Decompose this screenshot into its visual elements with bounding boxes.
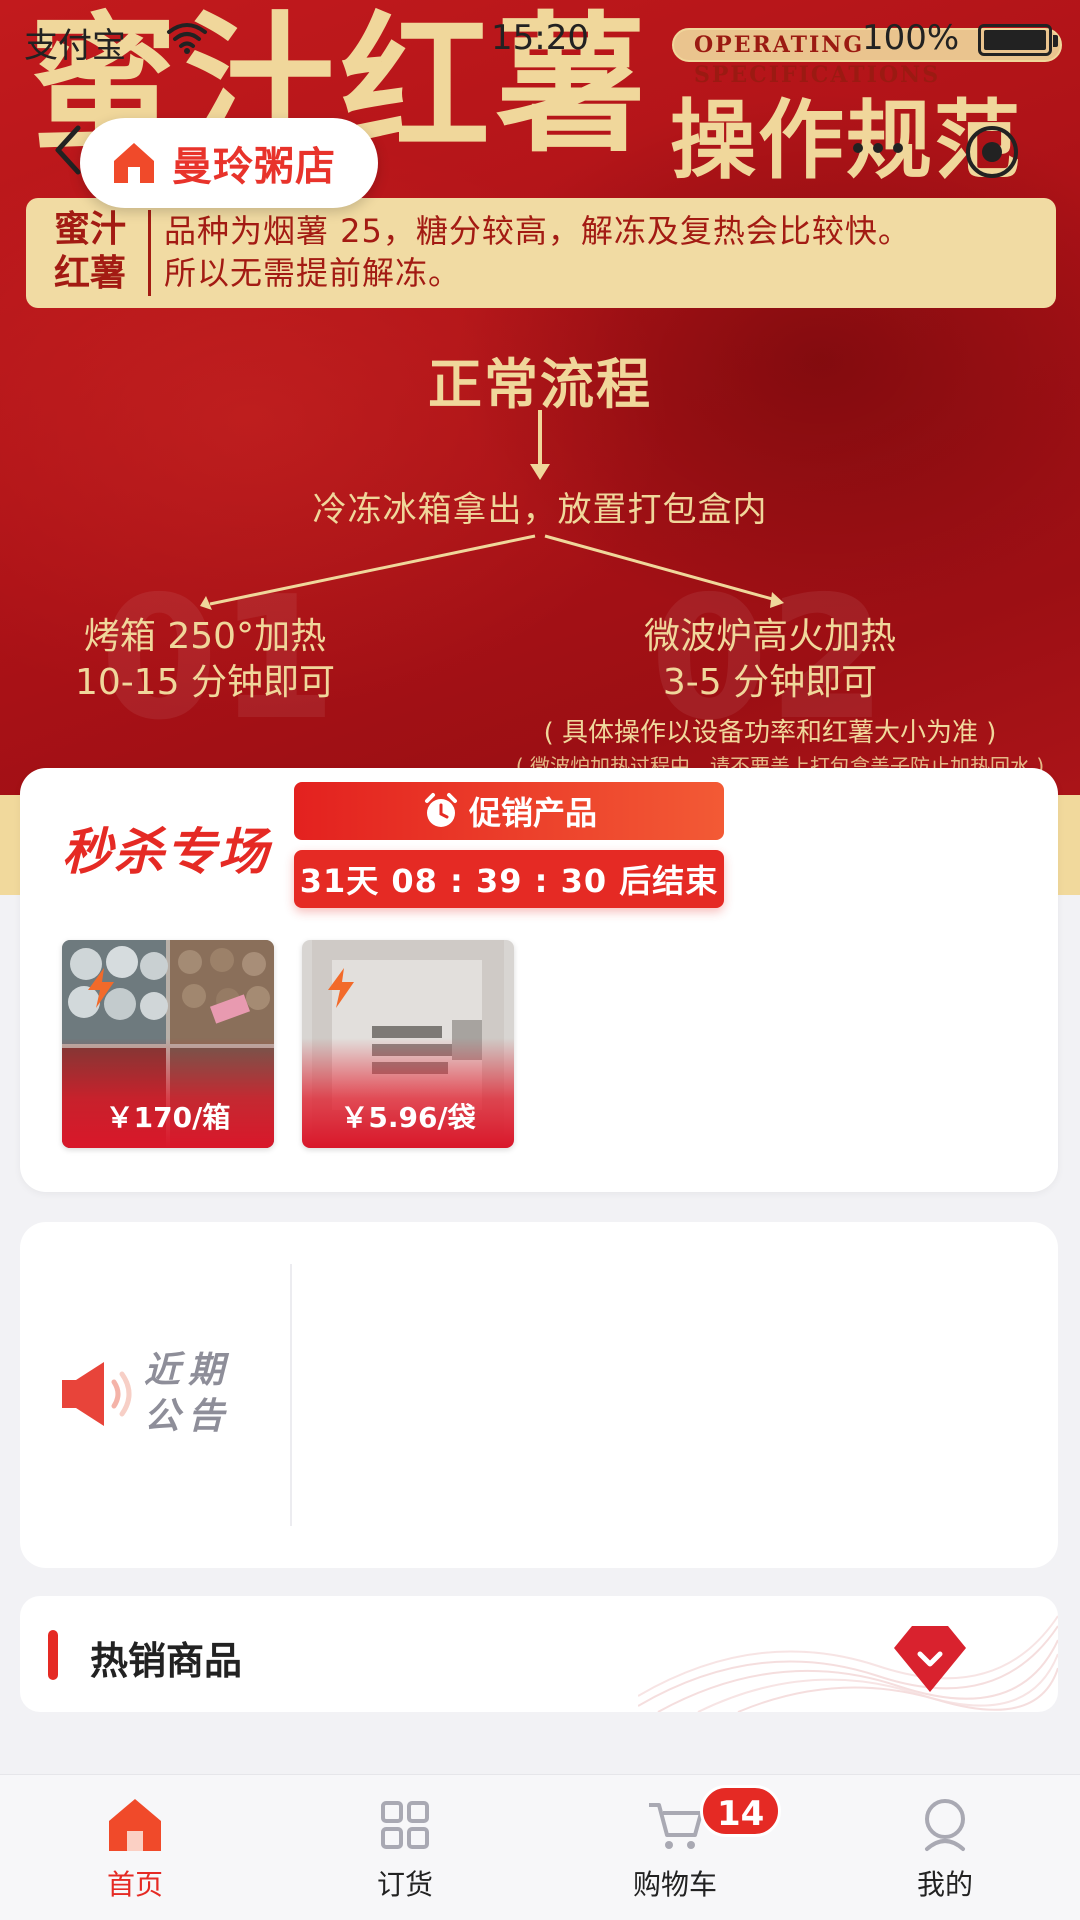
- speaker-icon: [62, 1362, 132, 1426]
- hot-products-title: 热销商品: [90, 1639, 243, 1683]
- notice-divider: [290, 1264, 292, 1526]
- promo-products-button[interactable]: 促销产品: [294, 782, 724, 840]
- lightning-icon: [328, 968, 354, 1008]
- tab-bar: 首页 订货 购物车 我的 14: [0, 1774, 1080, 1920]
- tab-label: 购物车: [632, 1868, 717, 1901]
- lightning-icon: [88, 968, 114, 1008]
- flash-sale-product[interactable]: ￥170/箱: [62, 940, 274, 1148]
- flow-option-microwave: 微波炉高火加热 3-5 分钟即可: [643, 616, 896, 703]
- flow-arrows: [200, 410, 784, 610]
- tab-order[interactable]: 订货: [270, 1793, 540, 1913]
- section-marker: [48, 1630, 58, 1680]
- tab-label: 首页: [106, 1868, 163, 1901]
- home-icon: [109, 1799, 161, 1851]
- countdown-timer: 31天 08 : 39 : 30 后结束: [294, 850, 724, 908]
- flash-sale-product[interactable]: ￥5.96/袋: [302, 940, 514, 1148]
- battery-icon: [978, 24, 1058, 56]
- user-icon: [925, 1799, 965, 1851]
- flow-step: 冷冻冰箱拿出，放置打包盒内: [312, 490, 768, 530]
- more-icon[interactable]: [838, 128, 928, 168]
- tab-label: 订货: [376, 1868, 433, 1901]
- flash-sale-title: 秒杀专场: [62, 823, 270, 881]
- tab-mine[interactable]: 我的: [810, 1793, 1080, 1913]
- wave-decoration: [638, 1615, 1058, 1712]
- store-selector[interactable]: 曼玲粥店: [80, 118, 378, 208]
- hot-products-header[interactable]: 热销商品: [20, 1596, 1058, 1712]
- chevron-down-icon[interactable]: [880, 1618, 980, 1698]
- notice-label: 近期 公告: [144, 1350, 233, 1437]
- battery-percent: 100%: [862, 18, 960, 58]
- tab-label: 我的: [916, 1868, 973, 1901]
- grid-icon: [381, 1801, 429, 1849]
- promo-label: 促销产品: [468, 794, 597, 832]
- alarm-clock-icon: [424, 793, 457, 827]
- flow-note: ( 具体操作以设备功率和红薯大小为准 ): [543, 718, 997, 748]
- flow-option-oven: 烤箱 250°加热 10-15 分钟即可: [74, 616, 336, 703]
- notice-card[interactable]: 近期 公告: [20, 1222, 1058, 1568]
- cart-count-badge: 14: [700, 1785, 782, 1837]
- store-name: 曼玲粥店: [172, 144, 336, 190]
- product-price: ￥170/箱: [105, 1101, 231, 1134]
- close-miniapp-icon[interactable]: [962, 122, 1022, 182]
- cart-icon: [649, 1803, 703, 1849]
- flash-sale-card: 秒杀专场 促销产品 31天 08 : 39 : 30 后结束 ￥170/箱 ￥5…: [20, 768, 1058, 1192]
- status-bar: 支付宝 15:20 100%: [0, 0, 1080, 80]
- home-icon: [114, 143, 154, 183]
- product-price: ￥5.96/袋: [340, 1101, 476, 1134]
- tab-home[interactable]: 首页: [0, 1793, 270, 1913]
